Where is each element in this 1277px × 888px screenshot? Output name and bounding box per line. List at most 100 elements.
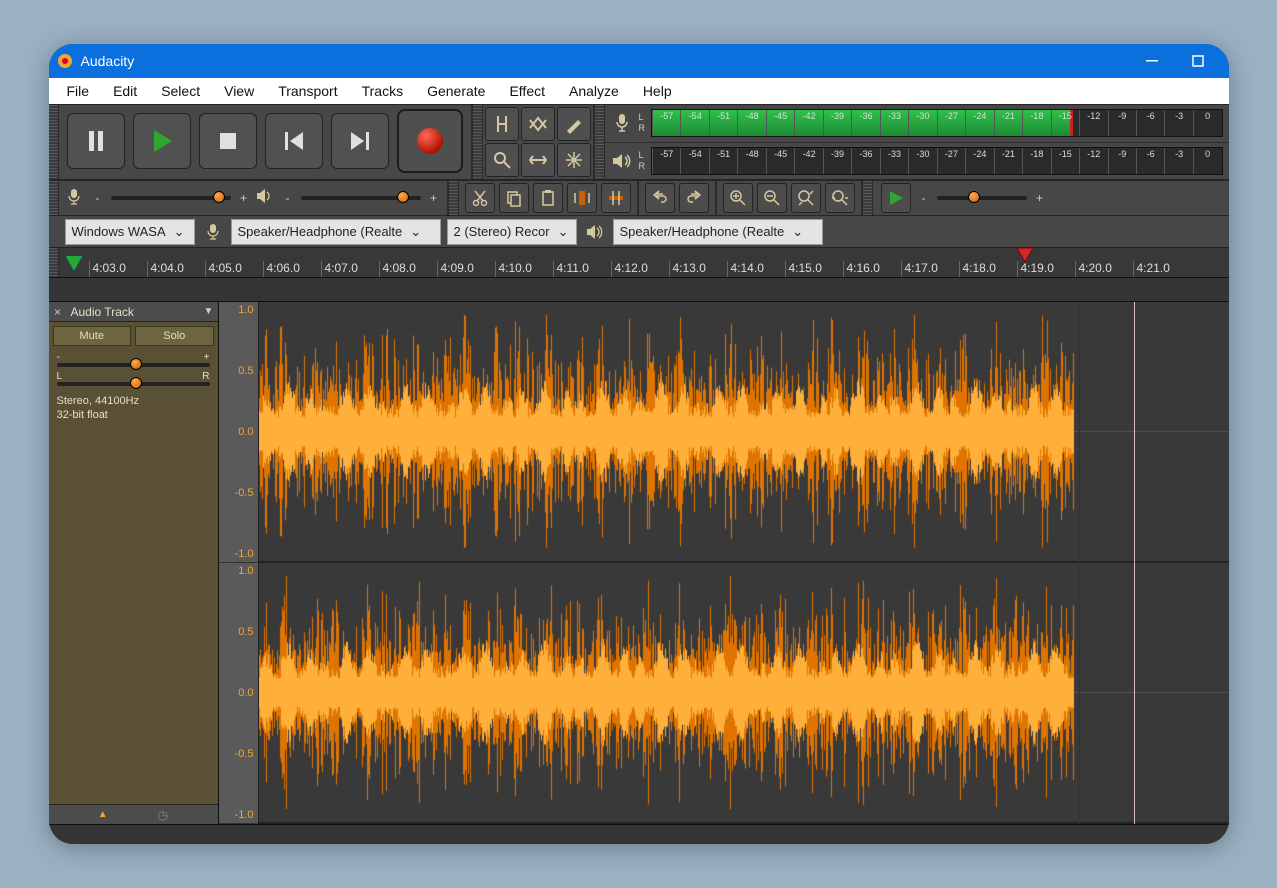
transport-toolbar xyxy=(59,105,471,177)
play-at-speed-button[interactable] xyxy=(881,183,911,213)
speaker-icon xyxy=(257,189,275,207)
plus-label: + xyxy=(239,191,249,205)
playback-device-combo[interactable]: Speaker/Headphone (Realte⌄ xyxy=(613,219,823,245)
menu-analyze[interactable]: Analyze xyxy=(557,80,631,102)
play-button[interactable] xyxy=(133,113,191,169)
toolbar-grip[interactable] xyxy=(49,248,59,277)
minimize-button[interactable] xyxy=(1129,44,1175,78)
envelope-tool[interactable] xyxy=(521,107,555,141)
fit-selection-button[interactable] xyxy=(791,183,821,213)
timeline-tick: 4:07.0 xyxy=(321,261,379,277)
toolbar-grip[interactable] xyxy=(449,181,459,215)
playback-meter[interactable]: LR -57-54-51-48-45-42-39-36-33-30-27-24-… xyxy=(605,143,1229,180)
menu-effect[interactable]: Effect xyxy=(497,80,557,102)
timeline-tick: 4:11.0 xyxy=(553,261,611,277)
track-header: × Audio Track ▼ xyxy=(49,302,218,322)
toolbar-grip[interactable] xyxy=(595,105,605,179)
meters: LR -57-54-51-48-45-42-39-36-33-30-27-24-… xyxy=(605,105,1229,179)
minus-label: - xyxy=(93,191,103,205)
transport-toolbar-row: LR -57-54-51-48-45-42-39-36-33-30-27-24-… xyxy=(49,104,1229,180)
timeline-tick: 4:10.0 xyxy=(495,261,553,277)
zoom-in-button[interactable] xyxy=(723,183,753,213)
track-pan-slider[interactable] xyxy=(57,382,210,386)
menu-edit[interactable]: Edit xyxy=(101,80,149,102)
stop-button[interactable] xyxy=(199,113,257,169)
time-ruler[interactable]: 4:03.04:04.04:05.04:06.04:07.04:08.04:09… xyxy=(89,248,1229,277)
timeline-tick: 4:15.0 xyxy=(785,261,843,277)
play-at-speed-toolbar: - + xyxy=(873,181,1053,215)
track-panel-footer: ▲ ◷ xyxy=(49,804,218,824)
skip-start-button[interactable] xyxy=(265,113,323,169)
waveform-display[interactable] xyxy=(259,302,1229,824)
waveform-left-channel[interactable] xyxy=(259,302,1229,561)
timeshift-tool[interactable] xyxy=(521,143,555,177)
quick-play-region[interactable] xyxy=(59,248,89,277)
timeline-tick: 4:20.0 xyxy=(1075,261,1133,277)
menu-select[interactable]: Select xyxy=(149,80,212,102)
menu-help[interactable]: Help xyxy=(631,80,684,102)
audacity-window: Audacity File Edit Select View Transport… xyxy=(49,44,1229,844)
toolbar-grip[interactable] xyxy=(473,105,483,179)
silence-button[interactable] xyxy=(601,183,631,213)
zoom-out-button[interactable] xyxy=(757,183,787,213)
undo-button[interactable] xyxy=(645,183,675,213)
chevron-down-icon: ⌄ xyxy=(174,224,185,240)
solo-button[interactable]: Solo xyxy=(135,326,214,346)
multi-tool[interactable] xyxy=(557,143,591,177)
copy-button[interactable] xyxy=(499,183,529,213)
menu-file[interactable]: File xyxy=(55,80,102,102)
playback-speed-slider[interactable] xyxy=(937,196,1027,200)
recording-channels-combo[interactable]: 2 (Stereo) Recor⌄ xyxy=(447,219,577,245)
track-gain-slider[interactable] xyxy=(57,363,210,367)
toolbar-grip[interactable] xyxy=(49,105,59,179)
timeline-tick: 4:17.0 xyxy=(901,261,959,277)
fit-project-button[interactable] xyxy=(825,183,855,213)
skip-end-button[interactable] xyxy=(331,113,389,169)
menu-tracks[interactable]: Tracks xyxy=(350,80,415,102)
window-title: Audacity xyxy=(81,53,1129,69)
mute-button[interactable]: Mute xyxy=(53,326,132,346)
toolbar-grip[interactable] xyxy=(49,181,59,215)
menu-transport[interactable]: Transport xyxy=(266,80,349,102)
track-sync-lock-icon[interactable]: ◷ xyxy=(158,808,168,822)
draw-tool[interactable] xyxy=(557,107,591,141)
device-toolbar: Windows WASA⌄ Speaker/Headphone (Realte⌄… xyxy=(49,216,1229,248)
timeline-tick: 4:21.0 xyxy=(1133,261,1191,277)
trim-button[interactable] xyxy=(567,183,597,213)
playhead-marker[interactable] xyxy=(1017,248,1033,262)
paste-button[interactable] xyxy=(533,183,563,213)
selection-tool[interactable] xyxy=(485,107,519,141)
microphone-icon xyxy=(201,224,225,240)
timeline-tick: 4:09.0 xyxy=(437,261,495,277)
pause-button[interactable] xyxy=(67,113,125,169)
audio-host-combo[interactable]: Windows WASA⌄ xyxy=(65,219,195,245)
track-collapse-button[interactable]: ▲ xyxy=(98,809,108,820)
waveform-column: 1.00.50.0-0.5-1.0 1.00.50.0-0.5-1.0 xyxy=(219,302,1229,824)
track-name[interactable]: Audio Track xyxy=(67,305,204,319)
record-button[interactable] xyxy=(397,109,463,173)
timeline-tick: 4:14.0 xyxy=(727,261,785,277)
timeline-tick: 4:12.0 xyxy=(611,261,669,277)
recording-meter[interactable]: LR -57-54-51-48-45-42-39-36-33-30-27-24-… xyxy=(605,105,1229,143)
recording-device-combo[interactable]: Speaker/Headphone (Realte⌄ xyxy=(231,219,441,245)
timeline-tick: 4:04.0 xyxy=(147,261,205,277)
zoom-toolbar xyxy=(717,181,861,215)
track-close-button[interactable]: × xyxy=(49,305,67,319)
gain-slider-area: -+ xyxy=(49,350,218,369)
maximize-button[interactable] xyxy=(1175,44,1221,78)
menu-view[interactable]: View xyxy=(212,80,266,102)
titlebar[interactable]: Audacity xyxy=(49,44,1229,78)
recording-volume-slider[interactable] xyxy=(111,196,231,200)
microphone-icon xyxy=(611,112,633,134)
toolbar-grip[interactable] xyxy=(863,181,873,215)
waveform-right-channel[interactable] xyxy=(259,563,1229,822)
menu-generate[interactable]: Generate xyxy=(415,80,497,102)
track-menu-button[interactable]: ▼ xyxy=(204,306,218,317)
cut-button[interactable] xyxy=(465,183,495,213)
redo-button[interactable] xyxy=(679,183,709,213)
zoom-tool[interactable] xyxy=(485,143,519,177)
record-icon xyxy=(417,128,443,154)
amplitude-ruler[interactable]: 1.00.50.0-0.5-1.0 1.00.50.0-0.5-1.0 xyxy=(219,302,259,824)
timeline-ruler[interactable]: 4:03.04:04.04:05.04:06.04:07.04:08.04:09… xyxy=(49,248,1229,278)
playback-volume-slider[interactable] xyxy=(301,196,421,200)
